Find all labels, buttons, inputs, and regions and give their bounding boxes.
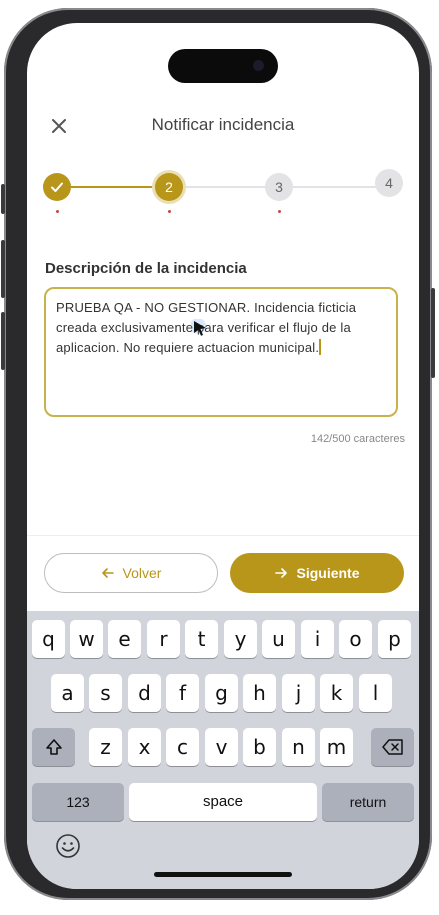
step-2-indicator bbox=[168, 210, 171, 213]
step-4: 4 bbox=[375, 169, 403, 197]
check-icon bbox=[51, 182, 63, 192]
next-button-label: Siguiente bbox=[296, 565, 360, 581]
mute-switch bbox=[1, 184, 5, 214]
step-3-indicator bbox=[278, 210, 281, 213]
shift-icon bbox=[45, 739, 62, 755]
key-h[interactable]: h bbox=[243, 674, 276, 712]
key-x[interactable]: x bbox=[128, 728, 161, 766]
key-e[interactable]: e bbox=[108, 620, 141, 658]
back-button[interactable]: Volver bbox=[44, 553, 218, 593]
key-a[interactable]: a bbox=[51, 674, 84, 712]
arrow-left-icon bbox=[101, 568, 114, 578]
key-l[interactable]: l bbox=[359, 674, 392, 712]
key-u[interactable]: u bbox=[262, 620, 295, 658]
key-f[interactable]: f bbox=[166, 674, 199, 712]
dynamic-island bbox=[168, 49, 278, 83]
key-y[interactable]: y bbox=[224, 620, 257, 658]
delete-key[interactable] bbox=[371, 728, 414, 766]
step-connector-done bbox=[71, 186, 155, 188]
step-connector bbox=[183, 186, 265, 188]
key-o[interactable]: o bbox=[339, 620, 372, 658]
key-n[interactable]: n bbox=[282, 728, 315, 766]
key-j[interactable]: j bbox=[282, 674, 315, 712]
text-caret bbox=[319, 339, 322, 355]
page-title: Notificar incidencia bbox=[151, 115, 295, 134]
key-p[interactable]: p bbox=[378, 620, 411, 658]
key-d[interactable]: d bbox=[128, 674, 161, 712]
shift-key[interactable] bbox=[32, 728, 75, 766]
app-screen: Notificar incidencia 2 3 4 Descripción d… bbox=[27, 23, 419, 889]
numbers-key[interactable]: 123 bbox=[32, 783, 124, 821]
step-1-done bbox=[43, 173, 71, 201]
key-z[interactable]: z bbox=[89, 728, 122, 766]
key-s[interactable]: s bbox=[89, 674, 122, 712]
keyboard: q w e r t y u i o p a s d f g h j k l z … bbox=[27, 611, 419, 889]
back-button-label: Volver bbox=[122, 565, 162, 581]
volume-down-button bbox=[1, 312, 5, 370]
key-w[interactable]: w bbox=[70, 620, 103, 658]
key-r[interactable]: r bbox=[147, 620, 180, 658]
key-v[interactable]: v bbox=[205, 728, 238, 766]
key-i[interactable]: i bbox=[301, 620, 334, 658]
volume-up-button bbox=[1, 240, 5, 298]
key-k[interactable]: k bbox=[320, 674, 353, 712]
backspace-icon bbox=[381, 739, 403, 755]
emoji-icon[interactable] bbox=[55, 833, 81, 859]
description-label: Descripción de la incidencia bbox=[45, 260, 247, 277]
arrow-right-icon bbox=[275, 568, 288, 578]
step-2-active: 2 bbox=[155, 173, 183, 201]
power-button bbox=[431, 288, 435, 378]
cursor-pointer-icon bbox=[191, 319, 206, 336]
key-c[interactable]: c bbox=[166, 728, 199, 766]
key-b[interactable]: b bbox=[243, 728, 276, 766]
key-g[interactable]: g bbox=[205, 674, 238, 712]
step-3: 3 bbox=[265, 173, 293, 201]
key-t[interactable]: t bbox=[185, 620, 218, 658]
key-q[interactable]: q bbox=[32, 620, 65, 658]
step-1-indicator bbox=[56, 210, 59, 213]
next-button[interactable]: Siguiente bbox=[230, 553, 404, 593]
app-header: Notificar incidencia bbox=[27, 107, 419, 147]
home-indicator[interactable] bbox=[154, 872, 292, 877]
description-textarea[interactable]: PRUEBA QA - NO GESTIONAR. Incidencia fic… bbox=[44, 287, 398, 417]
key-m[interactable]: m bbox=[320, 728, 353, 766]
step-connector bbox=[293, 186, 377, 188]
char-counter: 142/500 caracteres bbox=[310, 433, 405, 445]
divider bbox=[27, 535, 419, 536]
phone-frame: Notificar incidencia 2 3 4 Descripción d… bbox=[1, 8, 435, 900]
return-key[interactable]: return bbox=[322, 783, 414, 821]
space-key[interactable]: space bbox=[129, 783, 317, 821]
stepper: 2 3 4 bbox=[27, 169, 419, 223]
